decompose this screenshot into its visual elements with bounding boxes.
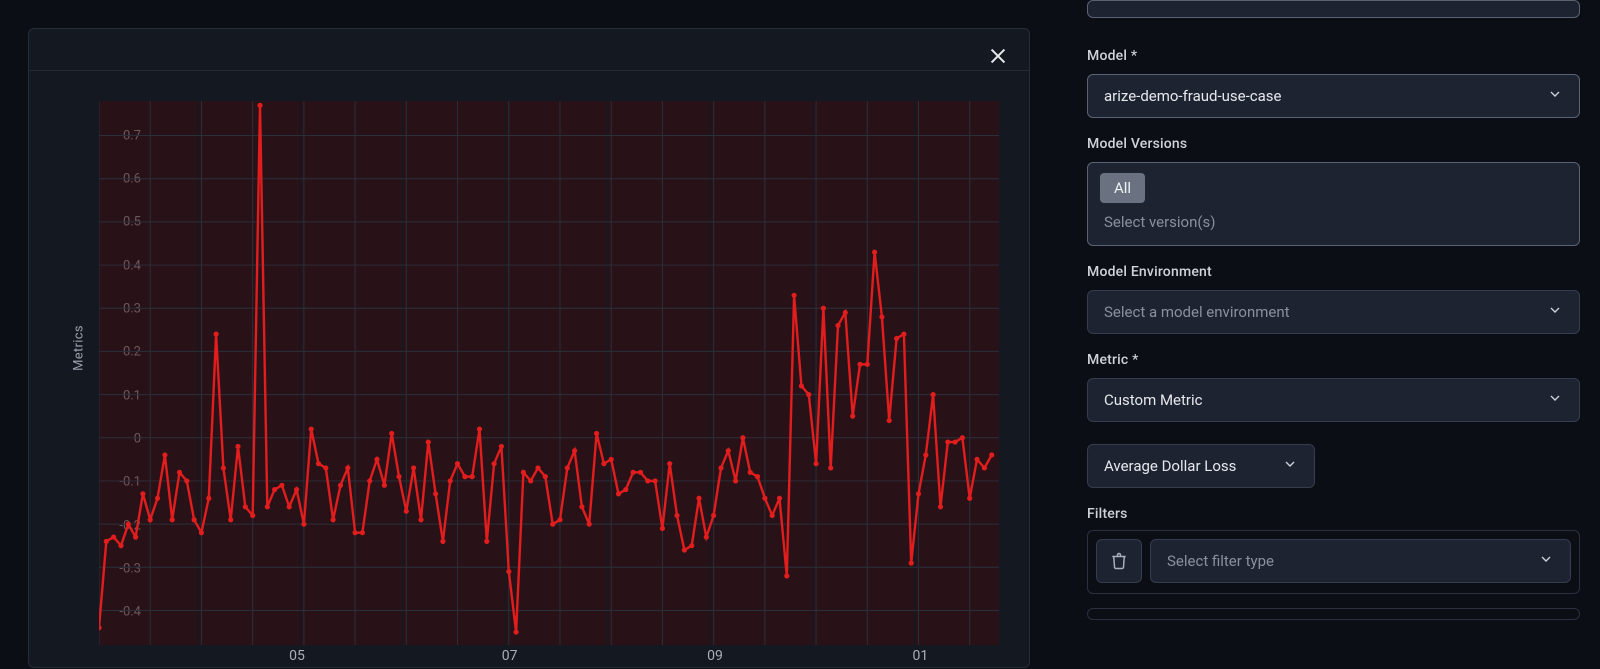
x-tick: 01 bbox=[912, 648, 928, 664]
metric-group: Metric * Custom Metric Average Dollar Lo… bbox=[1087, 352, 1580, 488]
plot-name-input[interactable] bbox=[1087, 0, 1580, 18]
metric-select[interactable]: Custom Metric bbox=[1087, 378, 1580, 422]
env-placeholder: Select a model environment bbox=[1104, 303, 1290, 321]
filter-type-select[interactable]: Select filter type bbox=[1150, 539, 1571, 583]
chevron-down-icon bbox=[1282, 456, 1298, 476]
x-tick: 09 bbox=[707, 648, 723, 664]
chevron-down-icon bbox=[1547, 302, 1563, 322]
versions-placeholder: Select version(s) bbox=[1100, 213, 1567, 231]
filters-label: Filters bbox=[1087, 506, 1580, 522]
metric-sub-select[interactable]: Average Dollar Loss bbox=[1087, 444, 1315, 488]
versions-select[interactable]: All Select version(s) bbox=[1087, 162, 1580, 246]
filter-placeholder: Select filter type bbox=[1167, 552, 1274, 570]
filters-box: Select filter type bbox=[1087, 530, 1580, 594]
metric-label: Metric * bbox=[1087, 352, 1580, 368]
model-value: arize-demo-fraud-use-case bbox=[1104, 87, 1281, 105]
y-axis-label: Metrics bbox=[72, 325, 87, 371]
versions-group: Model Versions All Select version(s) bbox=[1087, 136, 1580, 246]
metric-sub-value: Average Dollar Loss bbox=[1104, 457, 1236, 475]
chart-svg bbox=[99, 101, 999, 645]
chart-area: Metrics -0.4-0.3-0.2-0.100.10.20.30.40.5… bbox=[0, 0, 1075, 669]
x-tick: 07 bbox=[502, 648, 518, 664]
env-group: Model Environment Select a model environ… bbox=[1087, 264, 1580, 334]
close-button[interactable] bbox=[985, 43, 1011, 69]
x-tick: 05 bbox=[289, 648, 305, 664]
delete-filter-button[interactable] bbox=[1096, 539, 1142, 583]
filters-group: Filters Select filter type bbox=[1087, 506, 1580, 594]
model-select[interactable]: arize-demo-fraud-use-case bbox=[1087, 74, 1580, 118]
close-icon bbox=[987, 45, 1009, 67]
chevron-down-icon bbox=[1547, 86, 1563, 106]
env-select[interactable]: Select a model environment bbox=[1087, 290, 1580, 334]
config-panel: Model * arize-demo-fraud-use-case Model … bbox=[1075, 0, 1600, 669]
env-label: Model Environment bbox=[1087, 264, 1580, 280]
model-label: Model * bbox=[1087, 48, 1580, 64]
versions-chip[interactable]: All bbox=[1100, 173, 1145, 203]
chart-card: Metrics -0.4-0.3-0.2-0.100.10.20.30.40.5… bbox=[28, 28, 1030, 668]
metric-value: Custom Metric bbox=[1104, 391, 1203, 409]
next-panel bbox=[1087, 608, 1580, 620]
chevron-down-icon bbox=[1547, 390, 1563, 410]
versions-label: Model Versions bbox=[1087, 136, 1580, 152]
trash-icon bbox=[1110, 552, 1128, 570]
model-group: Model * arize-demo-fraud-use-case bbox=[1087, 48, 1580, 118]
chart-header bbox=[29, 29, 1029, 71]
chevron-down-icon bbox=[1538, 551, 1554, 571]
plot-zone[interactable] bbox=[99, 101, 999, 645]
